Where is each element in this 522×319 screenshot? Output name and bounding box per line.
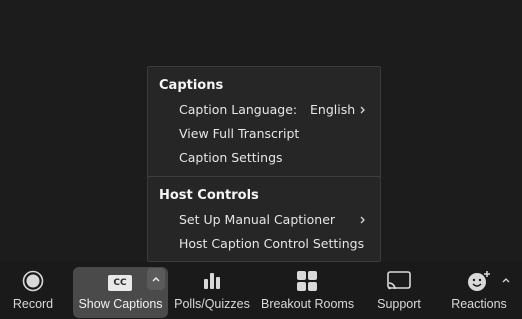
- caption-settings-item[interactable]: Caption Settings: [148, 147, 380, 169]
- support-label: Support: [377, 297, 421, 311]
- record-button[interactable]: Record: [8, 262, 58, 319]
- support-button[interactable]: Support: [368, 262, 430, 319]
- record-icon: [22, 270, 44, 292]
- caption-language-item[interactable]: Caption Language: English: [148, 99, 380, 121]
- captions-options-caret-button[interactable]: [147, 268, 165, 290]
- caption-language-label: Caption Language:: [179, 102, 298, 117]
- closed-captions-icon: CC: [108, 275, 132, 291]
- bar-chart-icon: [204, 273, 220, 289]
- polls-quizzes-label: Polls/Quizzes: [174, 297, 250, 311]
- chevron-right-icon: [360, 106, 365, 114]
- show-captions-label: Show Captions: [78, 297, 163, 311]
- breakout-rooms-label: Breakout Rooms: [261, 297, 355, 311]
- breakout-rooms-icon: [297, 271, 317, 291]
- menu-divider: [148, 176, 380, 177]
- set-up-manual-captioner-label: Set Up Manual Captioner: [179, 212, 336, 227]
- view-full-transcript-label: View Full Transcript: [179, 126, 300, 141]
- polls-quizzes-button[interactable]: Polls/Quizzes: [173, 262, 251, 319]
- host-caption-control-settings-item[interactable]: Host Caption Control Settings: [148, 233, 380, 255]
- captions-header: Captions: [159, 78, 224, 93]
- chevron-right-icon: [360, 216, 365, 224]
- captions-menu: Captions Caption Language: English View …: [147, 66, 381, 262]
- chevron-up-icon: [152, 277, 160, 282]
- record-label: Record: [12, 297, 54, 311]
- screen-cast-icon: [387, 271, 411, 290]
- reactions-options-caret-icon[interactable]: [499, 274, 513, 286]
- host-caption-control-settings-label: Host Caption Control Settings: [179, 236, 365, 251]
- caption-settings-label: Caption Settings: [179, 150, 283, 165]
- meeting-toolbar: Record CC Show Captions Polls/Quizzes Br…: [0, 262, 522, 319]
- reactions-label: Reactions: [451, 297, 507, 311]
- view-full-transcript-item[interactable]: View Full Transcript: [148, 123, 380, 145]
- caption-language-value: English: [310, 102, 356, 117]
- reactions-button[interactable]: Reactions: [450, 262, 508, 319]
- add-reaction-icon: [468, 271, 490, 291]
- breakout-rooms-button[interactable]: Breakout Rooms: [261, 262, 355, 319]
- host-controls-header: Host Controls: [159, 188, 259, 203]
- set-up-manual-captioner-item[interactable]: Set Up Manual Captioner: [148, 209, 380, 231]
